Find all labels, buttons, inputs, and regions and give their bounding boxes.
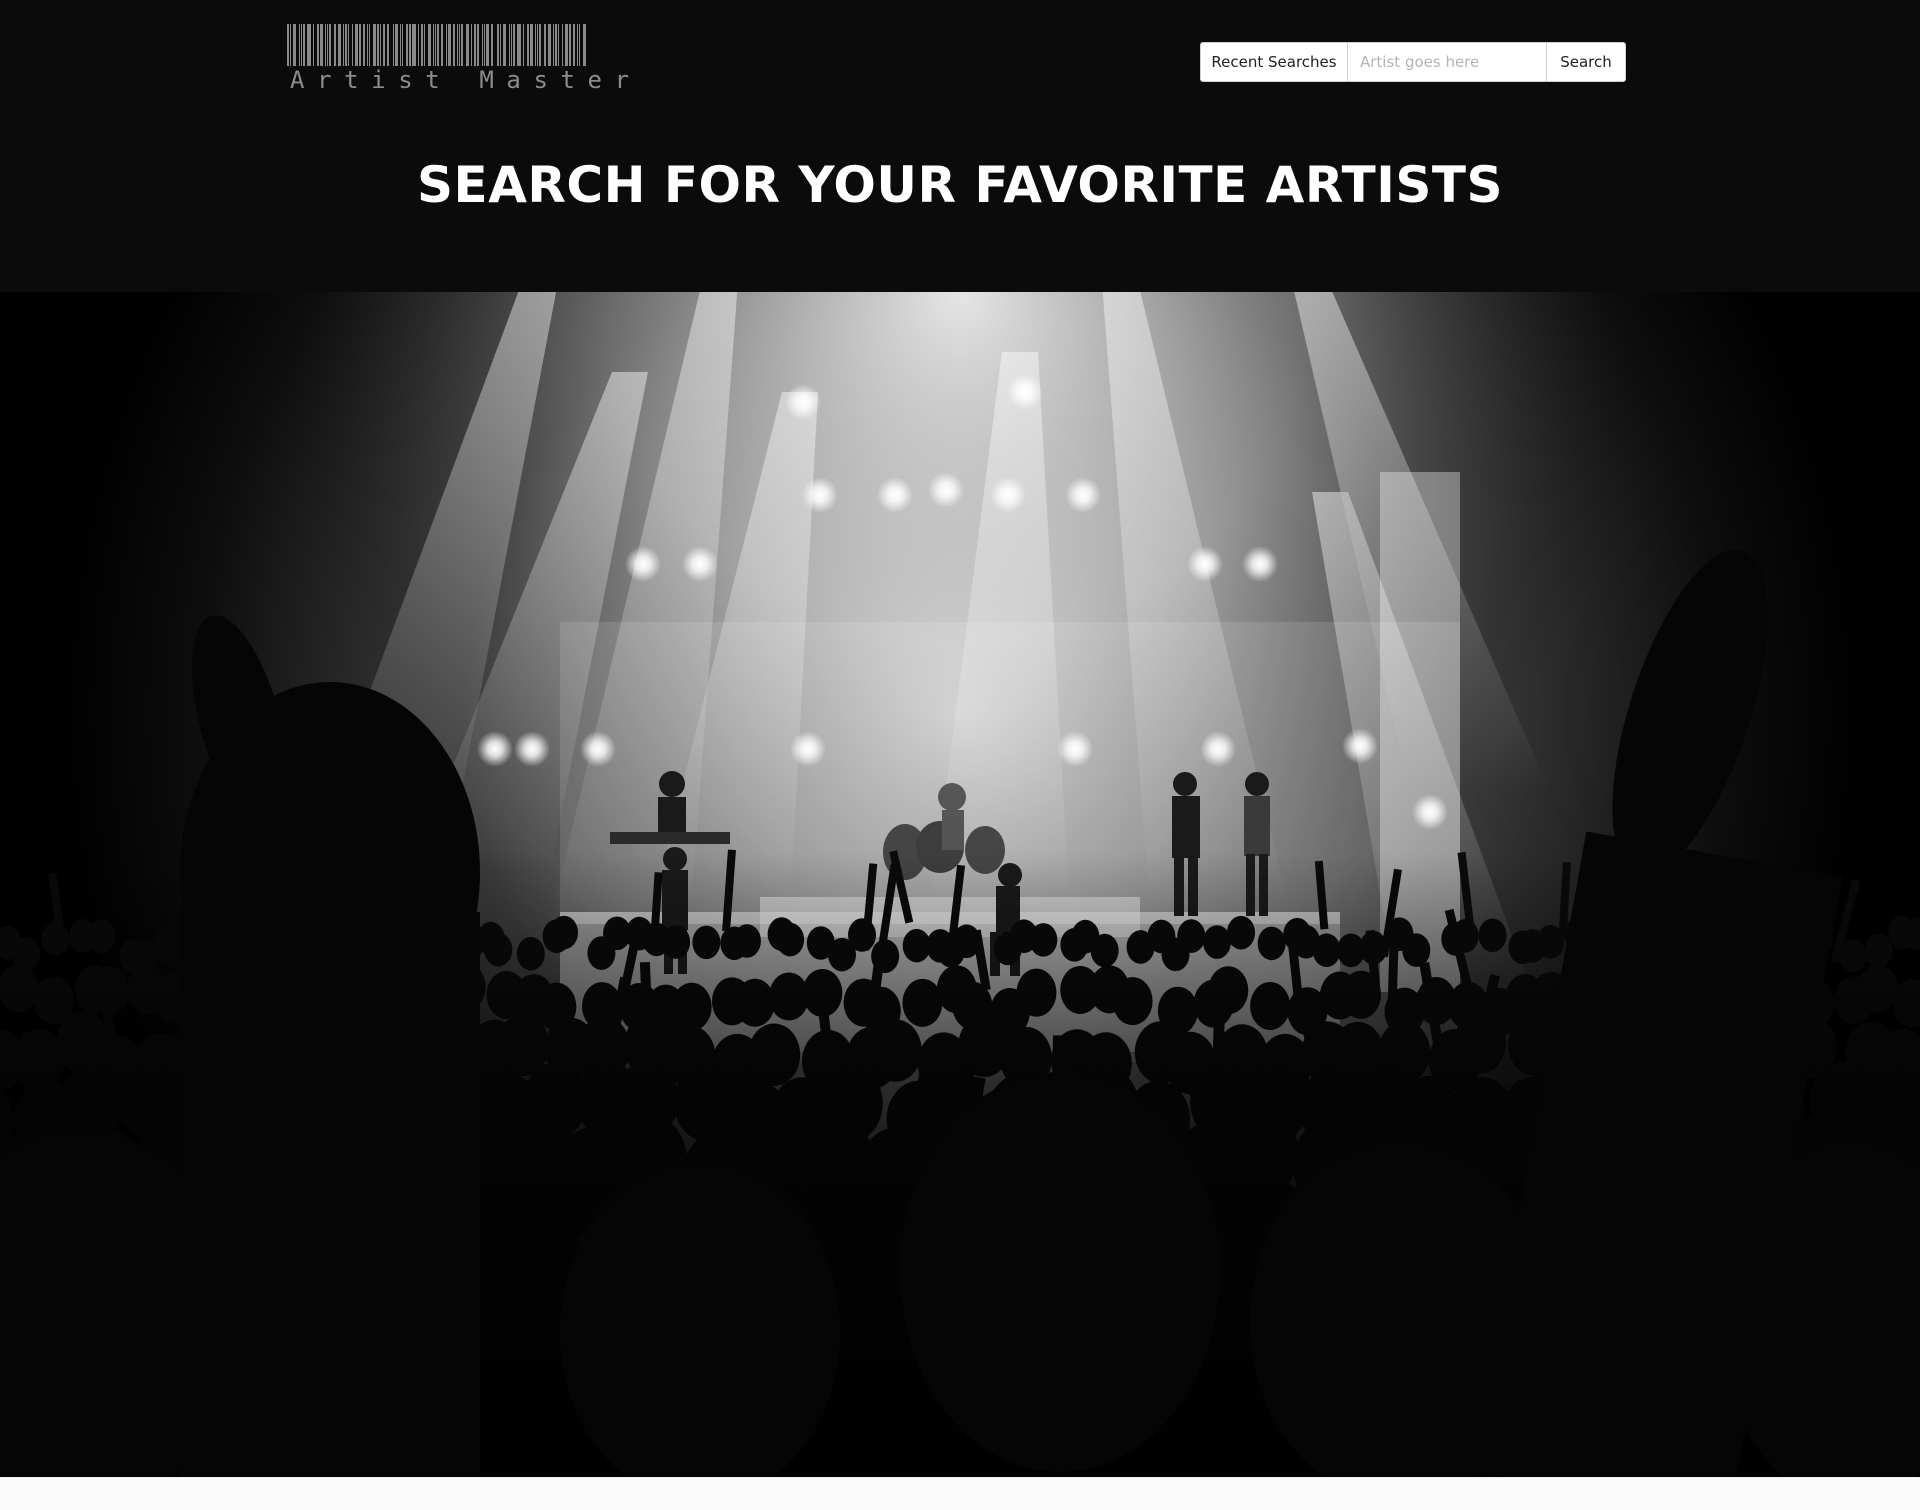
artist-search-input[interactable] xyxy=(1348,42,1546,82)
site-header: Artist Master Recent Searches Search SEA… xyxy=(0,0,1920,292)
barcode-logo-icon xyxy=(287,24,586,66)
logo-text: Artist Master xyxy=(290,66,642,94)
concert-crowd-photo xyxy=(0,292,1920,1477)
page-footer-strip xyxy=(0,1477,1920,1510)
search-button[interactable]: Search xyxy=(1546,42,1626,82)
recent-searches-button[interactable]: Recent Searches xyxy=(1200,42,1348,82)
artist-search-group: Recent Searches Search xyxy=(1200,42,1626,82)
artist-master-logo[interactable]: Artist Master xyxy=(286,24,642,94)
concert-hero-image xyxy=(0,292,1920,1477)
page-headline: SEARCH FOR YOUR FAVORITE ARTISTS xyxy=(417,156,1503,214)
